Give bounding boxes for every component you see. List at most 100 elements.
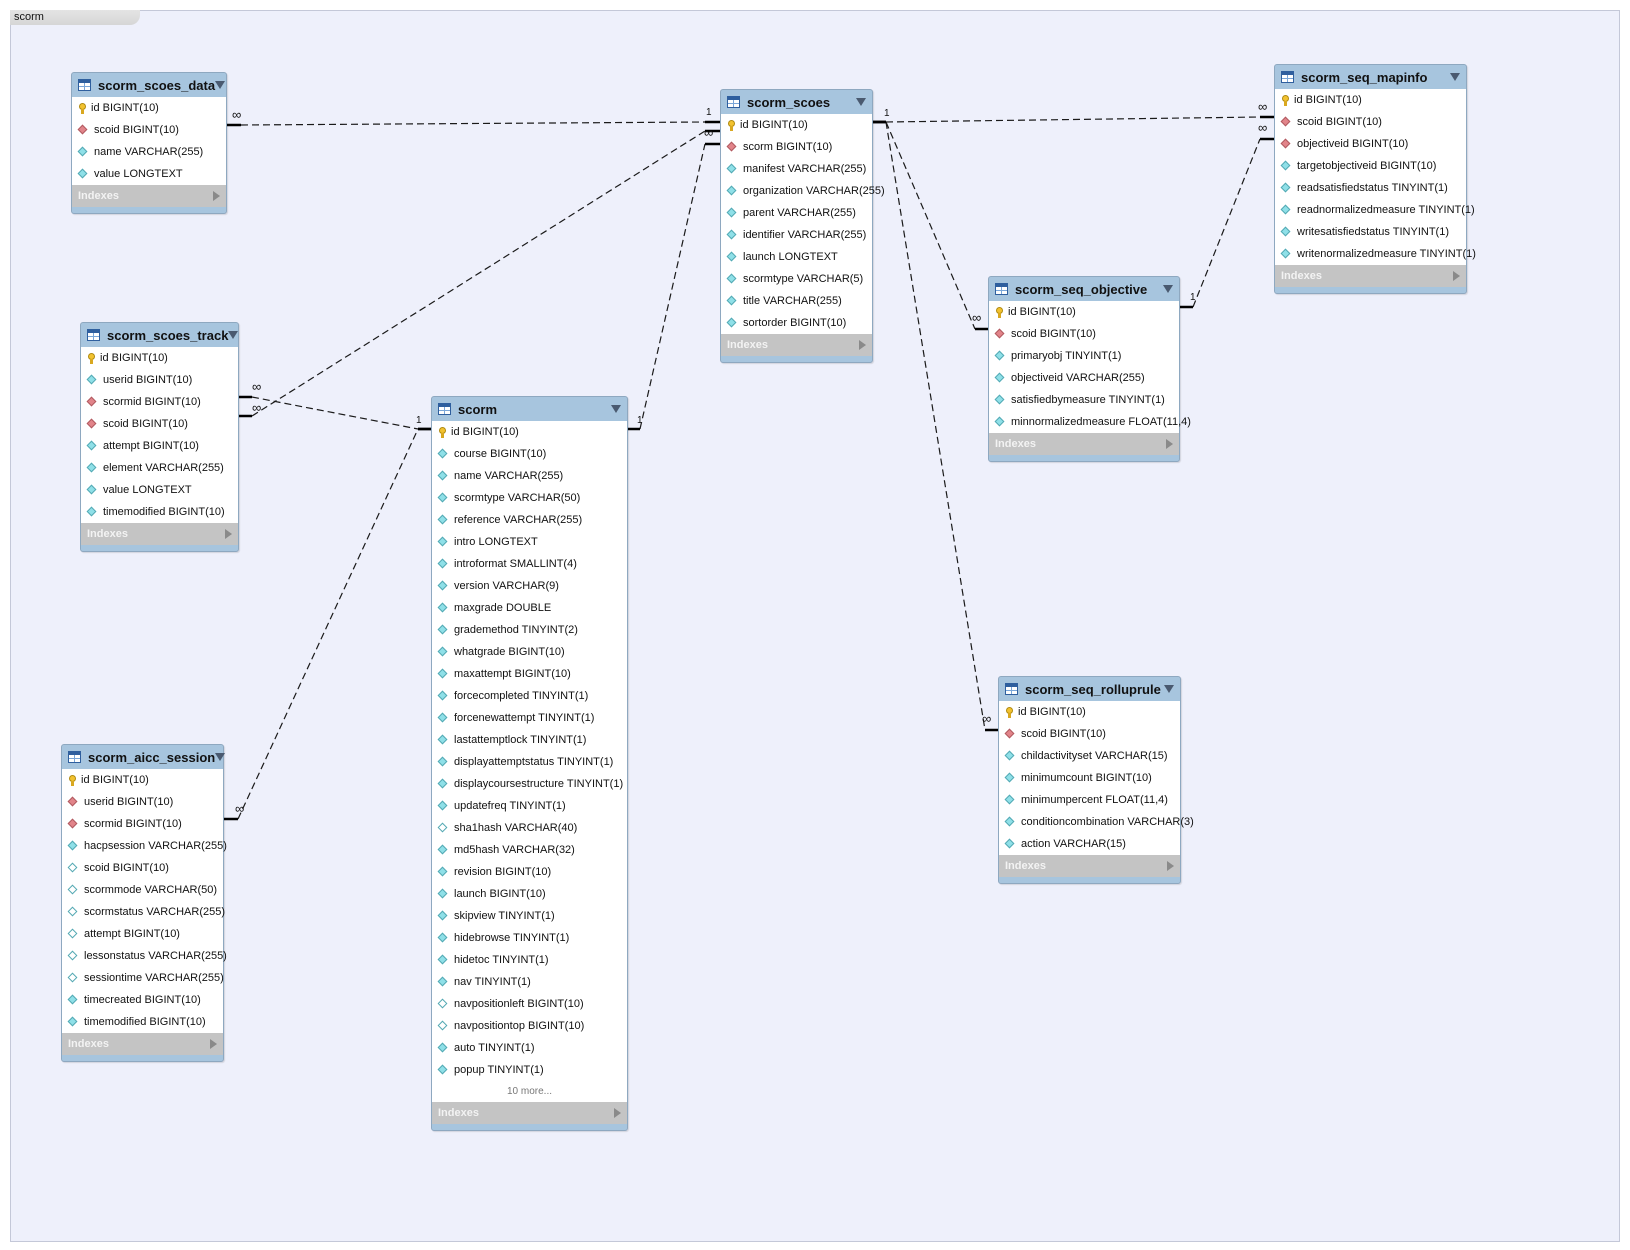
expand-arrow-icon[interactable]	[614, 1108, 621, 1118]
column-row[interactable]: identifier VARCHAR(255)	[721, 224, 872, 246]
column-row[interactable]: scoid BIGINT(10)	[72, 119, 226, 141]
column-row[interactable]: intro LONGTEXT	[432, 531, 627, 553]
column-row[interactable]: minimumcount BIGINT(10)	[999, 767, 1180, 789]
table-header[interactable]: scorm_scoes	[721, 90, 872, 114]
column-row[interactable]: minnormalizedmeasure FLOAT(11,4)	[989, 411, 1191, 433]
column-row[interactable]: manifest VARCHAR(255)	[721, 158, 872, 180]
table-header[interactable]: scorm_seq_rolluprule	[999, 677, 1180, 701]
column-row[interactable]: id BIGINT(10)	[721, 114, 872, 136]
column-row[interactable]: launch LONGTEXT	[721, 246, 872, 268]
column-row[interactable]: childactivityset VARCHAR(15)	[999, 745, 1180, 767]
column-row[interactable]: value LONGTEXT	[72, 163, 226, 185]
expand-arrow-icon[interactable]	[225, 529, 232, 539]
column-row[interactable]: element VARCHAR(255)	[81, 457, 238, 479]
table-header[interactable]: scorm	[432, 397, 627, 421]
column-row[interactable]: name VARCHAR(255)	[72, 141, 226, 163]
column-row[interactable]: hidebrowse TINYINT(1)	[432, 927, 627, 949]
indexes-section[interactable]: Indexes	[72, 185, 226, 207]
column-row[interactable]: scoid BIGINT(10)	[81, 413, 238, 435]
expand-arrow-icon[interactable]	[1167, 861, 1174, 871]
collapse-arrow-icon[interactable]	[1450, 73, 1460, 81]
column-row[interactable]: reference VARCHAR(255)	[432, 509, 627, 531]
indexes-section[interactable]: Indexes	[1275, 265, 1466, 287]
column-row[interactable]: objectiveid BIGINT(10)	[1275, 133, 1466, 155]
column-row[interactable]: popup TINYINT(1)	[432, 1059, 627, 1081]
table-scorm-scoes-track[interactable]: scorm_scoes_track id BIGINT(10) userid BIG…	[80, 322, 239, 552]
column-row[interactable]: primaryobj TINYINT(1)	[989, 345, 1179, 367]
column-row[interactable]: scorm BIGINT(10)	[721, 136, 872, 158]
table-header[interactable]: scorm_scoes_data	[72, 73, 226, 97]
column-row[interactable]: targetobjectiveid BIGINT(10)	[1275, 155, 1466, 177]
column-row[interactable]: scoid BIGINT(10)	[1275, 111, 1466, 133]
expand-arrow-icon[interactable]	[1166, 439, 1173, 449]
table-header[interactable]: scorm_seq_mapinfo	[1275, 65, 1466, 89]
table-scorm-seq-rolluprule[interactable]: scorm_seq_rolluprule id BIGINT(10) scoid B…	[998, 676, 1194, 884]
table-scorm[interactable]: scorm id BIGINT(10) course BIGINT(10) name …	[431, 396, 628, 1131]
column-row[interactable]: version VARCHAR(9)	[432, 575, 627, 597]
column-row[interactable]: navpositiontop BIGINT(10)	[432, 1015, 627, 1037]
column-row[interactable]: id BIGINT(10)	[989, 301, 1179, 323]
indexes-section[interactable]: Indexes	[62, 1033, 223, 1055]
collapse-arrow-icon[interactable]	[215, 753, 226, 761]
column-row[interactable]: scoid BIGINT(10)	[62, 857, 223, 879]
table-scorm-scoes[interactable]: scorm_scoes id BIGINT(10) scorm BIGINT(10)…	[720, 89, 885, 363]
column-row[interactable]: forcenewattempt TINYINT(1)	[432, 707, 627, 729]
diagram-tab[interactable]: scorm	[10, 10, 140, 25]
more-columns-link[interactable]: 10 more...	[432, 1081, 627, 1102]
column-row[interactable]: sha1hash VARCHAR(40)	[432, 817, 627, 839]
table-scorm-seq-objective[interactable]: scorm_seq_objective id BIGINT(10) scoid BI…	[988, 276, 1191, 462]
column-row[interactable]: scormid BIGINT(10)	[81, 391, 238, 413]
indexes-section[interactable]: Indexes	[432, 1102, 627, 1124]
column-row[interactable]: id BIGINT(10)	[432, 421, 627, 443]
column-row[interactable]: course BIGINT(10)	[432, 443, 627, 465]
column-row[interactable]: maxgrade DOUBLE	[432, 597, 627, 619]
column-row[interactable]: timemodified BIGINT(10)	[62, 1011, 223, 1033]
indexes-section[interactable]: Indexes	[721, 334, 872, 356]
column-row[interactable]: writesatisfiedstatus TINYINT(1)	[1275, 221, 1466, 243]
column-row[interactable]: navpositionleft BIGINT(10)	[432, 993, 627, 1015]
column-row[interactable]: nav TINYINT(1)	[432, 971, 627, 993]
column-row[interactable]: sortorder BIGINT(10)	[721, 312, 872, 334]
column-row[interactable]: lessonstatus VARCHAR(255)	[62, 945, 227, 967]
column-row[interactable]: introformat SMALLINT(4)	[432, 553, 627, 575]
column-row[interactable]: sessiontime VARCHAR(255)	[62, 967, 224, 989]
column-row[interactable]: scormstatus VARCHAR(255)	[62, 901, 225, 923]
column-row[interactable]: userid BIGINT(10)	[81, 369, 238, 391]
column-row[interactable]: displayattemptstatus TINYINT(1)	[432, 751, 627, 773]
expand-arrow-icon[interactable]	[1453, 271, 1460, 281]
column-row[interactable]: parent VARCHAR(255)	[721, 202, 872, 224]
column-row[interactable]: id BIGINT(10)	[81, 347, 238, 369]
column-row[interactable]: hacpsession VARCHAR(255)	[62, 835, 227, 857]
column-row[interactable]: scormtype VARCHAR(50)	[432, 487, 627, 509]
column-row[interactable]: scoid BIGINT(10)	[989, 323, 1179, 345]
column-row[interactable]: revision BIGINT(10)	[432, 861, 627, 883]
column-row[interactable]: scormid BIGINT(10)	[62, 813, 223, 835]
collapse-arrow-icon[interactable]	[228, 331, 239, 339]
column-row[interactable]: id BIGINT(10)	[1275, 89, 1466, 111]
column-row[interactable]: id BIGINT(10)	[72, 97, 226, 119]
column-row[interactable]: id BIGINT(10)	[999, 701, 1180, 723]
column-row[interactable]: scormmode VARCHAR(50)	[62, 879, 223, 901]
column-row[interactable]: userid BIGINT(10)	[62, 791, 223, 813]
column-row[interactable]: scoid BIGINT(10)	[999, 723, 1180, 745]
table-scorm-scoes-data[interactable]: scorm_scoes_data id BIGINT(10) scoid BIGIN…	[71, 72, 227, 214]
column-row[interactable]: id BIGINT(10)	[62, 769, 223, 791]
column-row[interactable]: scormtype VARCHAR(5)	[721, 268, 872, 290]
column-row[interactable]: writenormalizedmeasure TINYINT(1)	[1275, 243, 1476, 265]
column-row[interactable]: readnormalizedmeasure TINYINT(1)	[1275, 199, 1475, 221]
column-row[interactable]: displaycoursestructure TINYINT(1)	[432, 773, 627, 795]
column-row[interactable]: launch BIGINT(10)	[432, 883, 627, 905]
column-row[interactable]: value LONGTEXT	[81, 479, 238, 501]
column-row[interactable]: satisfiedbymeasure TINYINT(1)	[989, 389, 1179, 411]
column-row[interactable]: timemodified BIGINT(10)	[81, 501, 238, 523]
table-header[interactable]: scorm_scoes_track	[81, 323, 239, 347]
column-row[interactable]: organization VARCHAR(255)	[721, 180, 885, 202]
collapse-arrow-icon[interactable]	[1164, 685, 1174, 693]
table-scorm-seq-mapinfo[interactable]: scorm_seq_mapinfo id BIGINT(10) scoid BIGI…	[1274, 64, 1476, 294]
collapse-arrow-icon[interactable]	[611, 405, 621, 413]
column-row[interactable]: auto TINYINT(1)	[432, 1037, 627, 1059]
collapse-arrow-icon[interactable]	[1163, 285, 1173, 293]
expand-arrow-icon[interactable]	[210, 1039, 217, 1049]
column-row[interactable]: readsatisfiedstatus TINYINT(1)	[1275, 177, 1466, 199]
column-row[interactable]: attempt BIGINT(10)	[81, 435, 238, 457]
